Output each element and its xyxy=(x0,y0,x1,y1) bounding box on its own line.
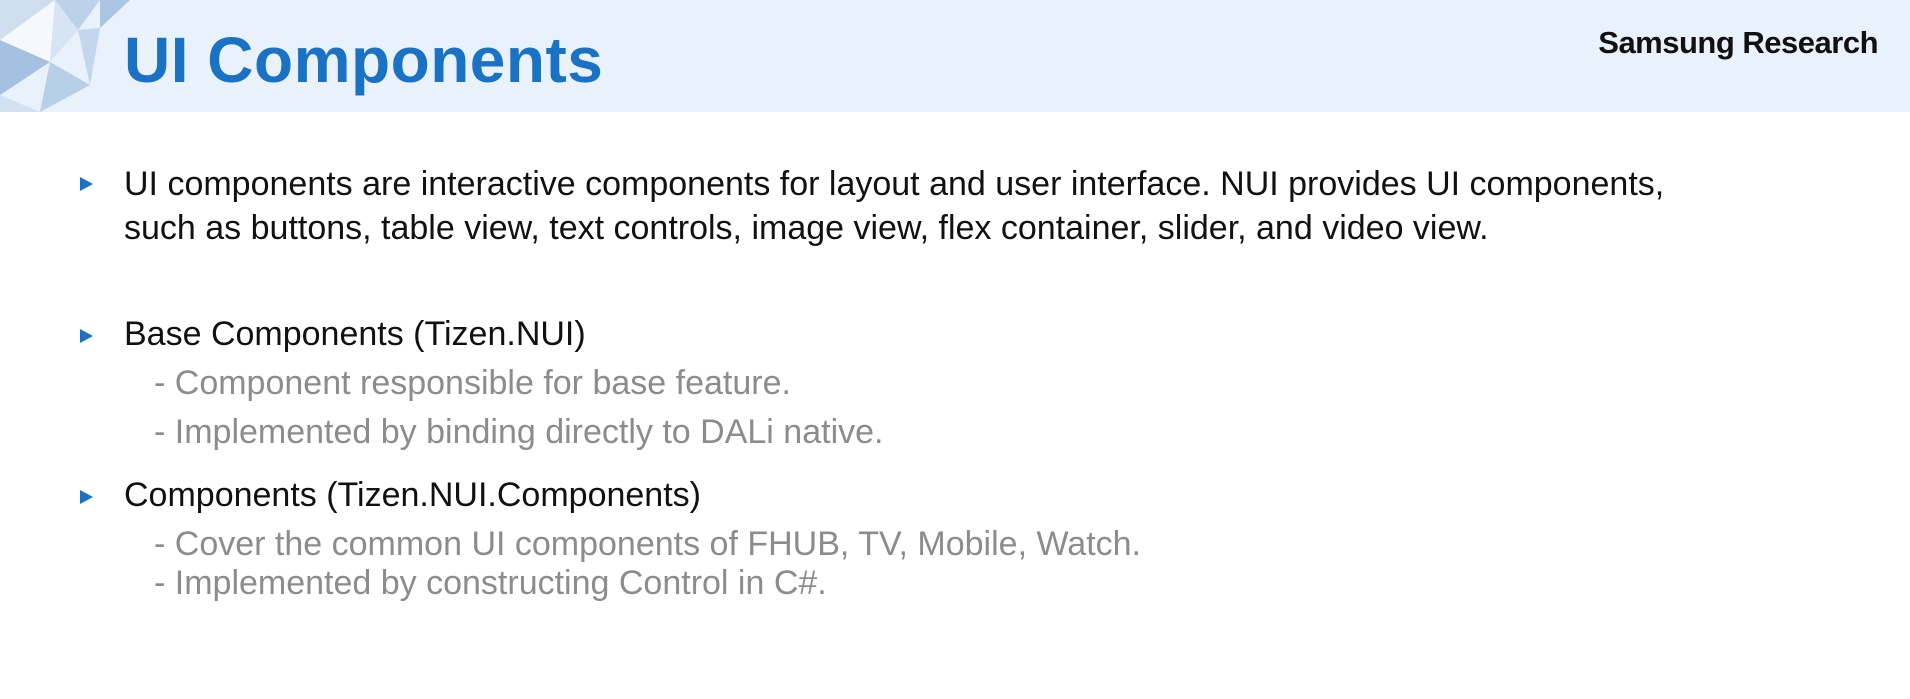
components-detail-2: - Implemented by constructing Control in… xyxy=(154,564,827,602)
triangle-right-icon xyxy=(80,490,93,504)
slide-body: UI components are interactive components… xyxy=(0,0,1910,699)
triangle-right-icon xyxy=(80,329,93,343)
triangle-right-icon xyxy=(80,177,93,191)
base-components-heading: Base Components (Tizen.NUI) xyxy=(124,315,586,353)
base-components-detail-1: - Component responsible for base feature… xyxy=(154,364,791,402)
base-components-detail-2: - Implemented by binding directly to DAL… xyxy=(154,413,884,451)
intro-line-2: such as buttons, table view, text contro… xyxy=(124,209,1489,247)
components-detail-1: - Cover the common UI components of FHUB… xyxy=(154,525,1141,563)
components-heading: Components (Tizen.NUI.Components) xyxy=(124,476,701,514)
intro-line-1: UI components are interactive components… xyxy=(124,165,1665,203)
